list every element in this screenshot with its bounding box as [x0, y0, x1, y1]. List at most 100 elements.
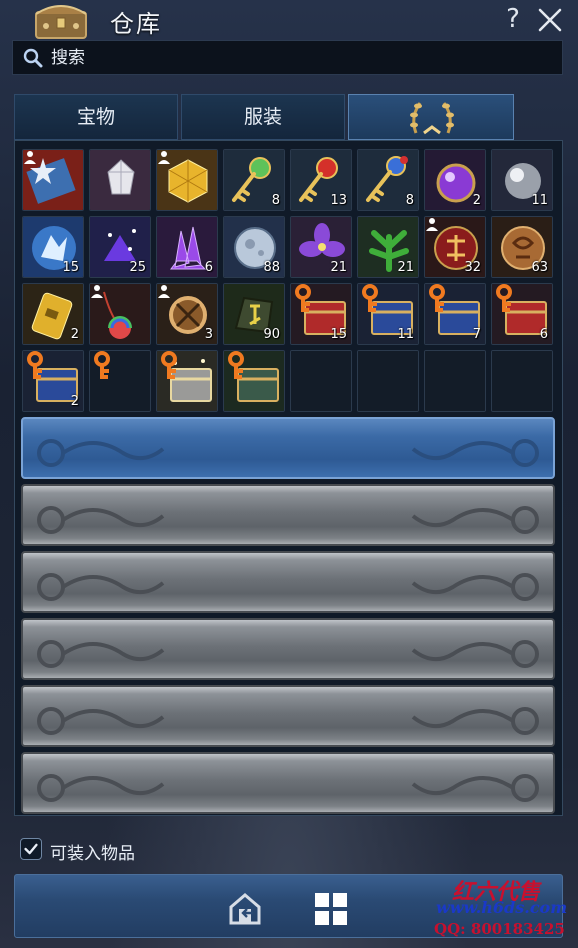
- item-count: 15: [330, 327, 347, 342]
- item-slot[interactable]: [22, 149, 84, 211]
- search-box: [12, 40, 563, 75]
- item-slot[interactable]: [89, 149, 151, 211]
- grid-icon[interactable]: [311, 889, 351, 929]
- empty: [425, 351, 485, 411]
- key-badge-icon: [295, 284, 311, 312]
- title-bar: 仓库 ?: [0, 0, 578, 42]
- item-slot[interactable]: 32: [424, 216, 486, 278]
- search-icon: [23, 48, 43, 68]
- item-count: 8: [271, 193, 280, 208]
- item-count: 11: [397, 327, 414, 342]
- watermark-url: www.h6ds.com: [436, 898, 568, 917]
- search-input[interactable]: [51, 41, 551, 74]
- tab-costume[interactable]: 服装: [181, 94, 345, 140]
- ornament-swirl-icon: [37, 506, 539, 534]
- item-slot[interactable]: 90: [223, 283, 285, 345]
- item-slot[interactable]: 11: [491, 149, 553, 211]
- key-badge-icon: [429, 284, 445, 312]
- empty-slot[interactable]: [491, 350, 553, 412]
- item-slot[interactable]: 21: [290, 216, 352, 278]
- item-slot[interactable]: 15: [22, 216, 84, 278]
- item-count: 2: [70, 327, 79, 342]
- bank-tab-locked[interactable]: [21, 551, 555, 613]
- empty: [492, 351, 552, 411]
- item-count: 88: [263, 260, 280, 275]
- bank-tab-locked[interactable]: [21, 484, 555, 546]
- window-title: 仓库: [110, 10, 162, 38]
- warehouse-chest-icon: [35, 5, 87, 39]
- ornament-swirl-icon: [37, 707, 539, 735]
- tab-treasure[interactable]: 宝物: [14, 94, 178, 140]
- item-slot[interactable]: 8: [223, 149, 285, 211]
- item-count: 2: [70, 394, 79, 409]
- item-count: 6: [204, 260, 213, 275]
- ornament-swirl-icon: [37, 439, 539, 467]
- tab-bar: 宝物 服装: [14, 94, 514, 140]
- item-count: 32: [464, 260, 481, 275]
- item-slot[interactable]: 15: [290, 283, 352, 345]
- item-slot[interactable]: 21: [357, 216, 419, 278]
- laurel-icon: [410, 102, 454, 135]
- empty-slot[interactable]: [357, 350, 419, 412]
- item-count: 21: [330, 260, 347, 275]
- checkbox-label: 可装入物品: [50, 844, 135, 864]
- help-button[interactable]: ?: [500, 4, 526, 34]
- item-slot[interactable]: [89, 283, 151, 345]
- item-slot[interactable]: 2: [22, 350, 84, 412]
- item-count: 7: [472, 327, 481, 342]
- item-count: 2: [472, 193, 481, 208]
- item-slot[interactable]: 2: [424, 149, 486, 211]
- empty: [291, 351, 351, 411]
- item-count: 63: [531, 260, 548, 275]
- empty: [358, 351, 418, 411]
- bank-tab-locked[interactable]: [21, 618, 555, 680]
- item-slot[interactable]: 25: [89, 216, 151, 278]
- item-slot[interactable]: [89, 350, 151, 412]
- item-slot[interactable]: 63: [491, 216, 553, 278]
- white-star-gem-icon: [90, 150, 150, 210]
- bound-person-icon: [24, 151, 36, 164]
- item-slot[interactable]: 3: [156, 283, 218, 345]
- item-count: 8: [405, 193, 414, 208]
- empty-slot[interactable]: [424, 350, 486, 412]
- item-slot[interactable]: 2: [22, 283, 84, 345]
- bank-tab-unlocked[interactable]: [21, 417, 555, 479]
- checkbox-storable[interactable]: [20, 838, 42, 860]
- ornament-swirl-icon: [37, 774, 539, 802]
- item-count: 21: [397, 260, 414, 275]
- item-slot[interactable]: [223, 350, 285, 412]
- key-badge-icon: [496, 284, 512, 312]
- item-slot[interactable]: [156, 350, 218, 412]
- item-count: 90: [263, 327, 280, 342]
- bound-person-icon: [158, 285, 170, 298]
- item-count: 11: [531, 193, 548, 208]
- key-badge-icon: [161, 351, 177, 379]
- deposit-icon[interactable]: [225, 889, 265, 929]
- bank-tab-locked[interactable]: [21, 752, 555, 814]
- tab-laurel[interactable]: [348, 94, 514, 140]
- item-count: 15: [62, 260, 79, 275]
- item-slot[interactable]: 7: [424, 283, 486, 345]
- item-count: 25: [129, 260, 146, 275]
- key-badge-icon: [94, 351, 110, 379]
- item-slot[interactable]: 13: [290, 149, 352, 211]
- item-slot[interactable]: 8: [357, 149, 419, 211]
- bank-tab-locked[interactable]: [21, 685, 555, 747]
- close-icon[interactable]: [536, 6, 564, 34]
- key-badge-icon: [27, 351, 43, 379]
- item-count: 6: [539, 327, 548, 342]
- key-badge-icon: [228, 351, 244, 379]
- item-slot[interactable]: 6: [156, 216, 218, 278]
- empty-slot[interactable]: [290, 350, 352, 412]
- key-badge-icon: [362, 284, 378, 312]
- bound-person-icon: [91, 285, 103, 298]
- item-slot[interactable]: [156, 149, 218, 211]
- ornament-swirl-icon: [37, 573, 539, 601]
- watermark-qq: QQ: 800183425: [434, 920, 565, 938]
- item-count: 3: [204, 327, 213, 342]
- item-slot[interactable]: 11: [357, 283, 419, 345]
- bound-person-icon: [426, 218, 438, 231]
- item-count: 13: [330, 193, 347, 208]
- item-slot[interactable]: 6: [491, 283, 553, 345]
- item-slot[interactable]: 88: [223, 216, 285, 278]
